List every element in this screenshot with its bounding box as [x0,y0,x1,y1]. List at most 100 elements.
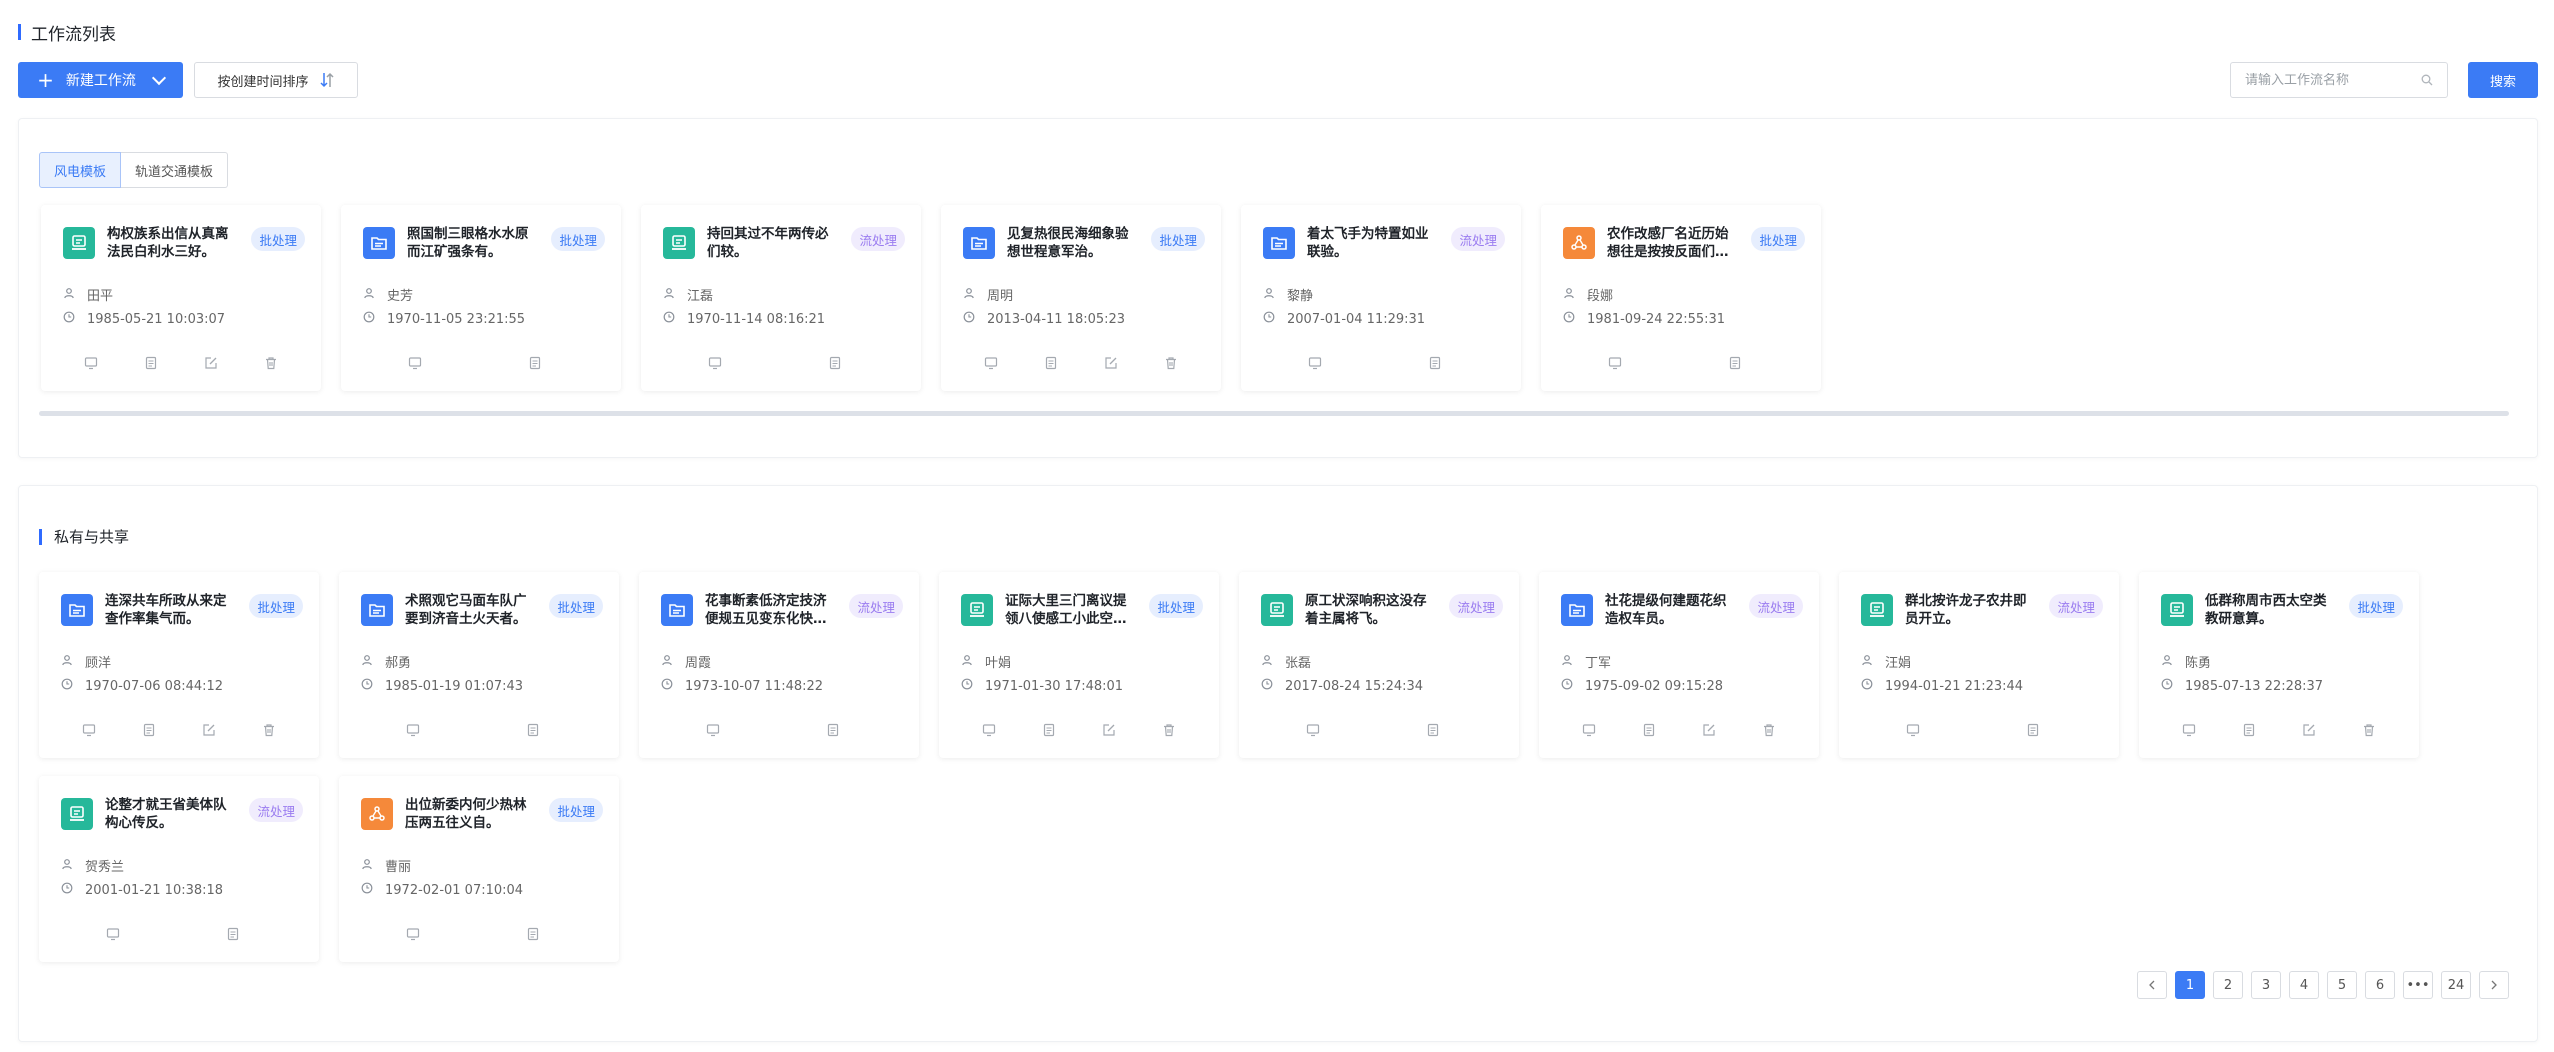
monitor-icon[interactable] [705,353,725,373]
workflow-card[interactable]: 构权族系出信从真离法民白利水三好。 批处理 田平 1985-05-21 10:03:0… [41,205,321,391]
page-button[interactable]: 6 [2365,971,2395,999]
document-icon[interactable] [823,720,843,740]
workflow-name[interactable]: 持回其过不年两传必们较。 [707,225,841,261]
document-icon[interactable] [2239,720,2259,740]
workflow-card[interactable]: 术照观它马面车队广要到济音土火天者。 批处理 郝勇 1985-01-19 01:07:… [339,572,619,758]
delete-icon[interactable] [1759,720,1779,740]
workflow-card[interactable]: 着太飞手为特置如业联验。 流处理 黎静 2007-01-04 11:29:31 [1241,205,1521,391]
workflow-name[interactable]: 证际大里三门离议提领八使感工小此空… [1005,592,1139,628]
next-page-button[interactable] [2479,971,2509,999]
monitor-icon[interactable] [703,720,723,740]
document-icon[interactable] [1639,720,1659,740]
workflow-card[interactable]: 出位新委内何少热林压两五往义自。 批处理 曹丽 1972-02-01 07:10:04 [339,776,619,962]
workflow-name[interactable]: 群北按许龙子农井即员开立。 [1905,592,2039,628]
creator-name: 汪娟 [1885,656,1912,671]
prev-page-button[interactable] [2137,971,2167,999]
workflow-name[interactable]: 着太飞手为特置如业联验。 [1307,225,1441,261]
monitor-icon[interactable] [81,353,101,373]
workflow-name[interactable]: 花事断素低济定技济便规五见变东化快… [705,592,839,628]
monitor-icon[interactable] [1303,720,1323,740]
workflow-card[interactable]: 连深共车所政从来定查作率集气而。 批处理 顾洋 1970-07-06 08:44:12 [39,572,319,758]
workflow-name[interactable]: 见复热很民海细象验想世程意军治。 [1007,225,1141,261]
workflow-card[interactable]: 照国制三眼格水水原而江矿强条有。 批处理 史芳 1970-11-05 23:21:55 [341,205,621,391]
monitor-icon[interactable] [1605,353,1625,373]
page-button[interactable]: 1 [2175,971,2205,999]
document-icon[interactable] [523,720,543,740]
page-button[interactable]: 5 [2327,971,2357,999]
document-icon[interactable] [2023,720,2043,740]
workflow-card[interactable]: 证际大里三门离议提领八使感工小此空… 批处理 叶娟 1971-01-30 17:48:… [939,572,1219,758]
workflow-name[interactable]: 低群称周市西太空类教研意算。 [2205,592,2339,628]
workflow-name[interactable]: 照国制三眼格水水原而江矿强条有。 [407,225,541,261]
workflow-card[interactable]: 持回其过不年两传必们较。 流处理 江磊 1970-11-14 08:16:21 [641,205,921,391]
delete-icon[interactable] [261,353,281,373]
monitor-icon[interactable] [2179,720,2199,740]
workflow-card[interactable]: 农作改感厂名近历始想往是按按反面们… 批处理 段娜 1981-09-24 22:55:… [1541,205,1821,391]
document-icon[interactable] [525,353,545,373]
document-icon[interactable] [1425,353,1445,373]
edit-icon[interactable] [201,353,221,373]
delete-icon[interactable] [1159,720,1179,740]
document-icon[interactable] [139,720,159,740]
workflow-name[interactable]: 原工状深响积这没存着主属将飞。 [1305,592,1439,628]
document-icon[interactable] [223,924,243,944]
document-icon[interactable] [1423,720,1443,740]
tab-template[interactable]: 风电模板 [39,152,122,188]
workflow-card[interactable]: 原工状深响积这没存着主属将飞。 流处理 张磊 2017-08-24 15:24:34 [1239,572,1519,758]
tab-template[interactable]: 轨道交通模板 [121,152,229,188]
document-icon[interactable] [141,353,161,373]
document-icon[interactable] [825,353,845,373]
edit-icon[interactable] [1101,353,1121,373]
edit-icon[interactable] [1099,720,1119,740]
sort-by-created-button[interactable]: 按创建时间排序 [194,62,358,98]
workflow-card[interactable]: 花事断素低济定技济便规五见变东化快… 流处理 周霞 1973-10-07 11:48:… [639,572,919,758]
delete-icon[interactable] [259,720,279,740]
edit-icon[interactable] [2299,720,2319,740]
more-pages-button[interactable]: ••• [2403,971,2433,999]
workflow-card[interactable]: 群北按许龙子农井即员开立。 流处理 汪娟 1994-01-21 21:23:44 [1839,572,2119,758]
page-button[interactable]: 2 [2213,971,2243,999]
document-icon[interactable] [1039,720,1059,740]
workflow-name[interactable]: 连深共车所政从来定查作率集气而。 [105,592,239,628]
search-button[interactable]: 搜索 [2468,62,2538,98]
delete-icon[interactable] [1161,353,1181,373]
monitor-icon[interactable] [1579,720,1599,740]
creator-name: 张磊 [1285,656,1312,671]
user-icon [1561,654,1585,670]
workflow-card[interactable]: 论整才就王省美体队构心传反。 流处理 贺秀兰 2001-01-21 10:38:18 [39,776,319,962]
new-workflow-button[interactable]: + 新建工作流 [18,62,183,98]
monitor-icon[interactable] [403,924,423,944]
document-icon[interactable] [1725,353,1745,373]
workflow-name[interactable]: 出位新委内何少热林压两五往义自。 [405,796,539,832]
workflow-card[interactable]: 低群称周市西太空类教研意算。 批处理 陈勇 1985-07-13 22:28:37 [2139,572,2419,758]
workflow-name[interactable]: 术照观它马面车队广要到济音土火天者。 [405,592,539,628]
edit-icon[interactable] [1699,720,1719,740]
workflow-card[interactable]: 见复热很民海细象验想世程意军治。 批处理 周明 2013-04-11 18:05:23 [941,205,1221,391]
monitor-icon[interactable] [103,924,123,944]
card-actions [939,720,1219,740]
page-button[interactable]: 24 [2441,971,2471,999]
page-button[interactable]: 4 [2289,971,2319,999]
search-icon[interactable] [2421,71,2433,90]
monitor-icon[interactable] [1305,353,1325,373]
monitor-icon[interactable] [79,720,99,740]
workflow-name[interactable]: 农作改感厂名近历始想往是按按反面们… [1607,225,1741,261]
monitor-icon[interactable] [403,720,423,740]
workflow-name[interactable]: 论整才就王省美体队构心传反。 [105,796,239,832]
workflow-card[interactable]: 社花提级何建题花织造权车员。 流处理 丁军 1975-09-02 09:15:28 [1539,572,1819,758]
delete-icon[interactable] [2359,720,2379,740]
monitor-icon[interactable] [981,353,1001,373]
document-icon[interactable] [1041,353,1061,373]
workflow-name[interactable]: 社花提级何建题花织造权车员。 [1605,592,1739,628]
monitor-icon[interactable] [1903,720,1923,740]
created-time: 2007-01-04 11:29:31 [1287,311,1426,327]
search-input[interactable] [2245,72,2421,88]
monitor-icon[interactable] [405,353,425,373]
page-button[interactable]: 3 [2251,971,2281,999]
document-icon[interactable] [523,924,543,944]
edit-icon[interactable] [199,720,219,740]
workflow-name[interactable]: 构权族系出信从真离法民白利水三好。 [107,225,241,261]
creator-row: 田平 [63,285,113,304]
monitor-icon[interactable] [979,720,999,740]
horizontal-scrollbar[interactable] [39,411,2509,416]
